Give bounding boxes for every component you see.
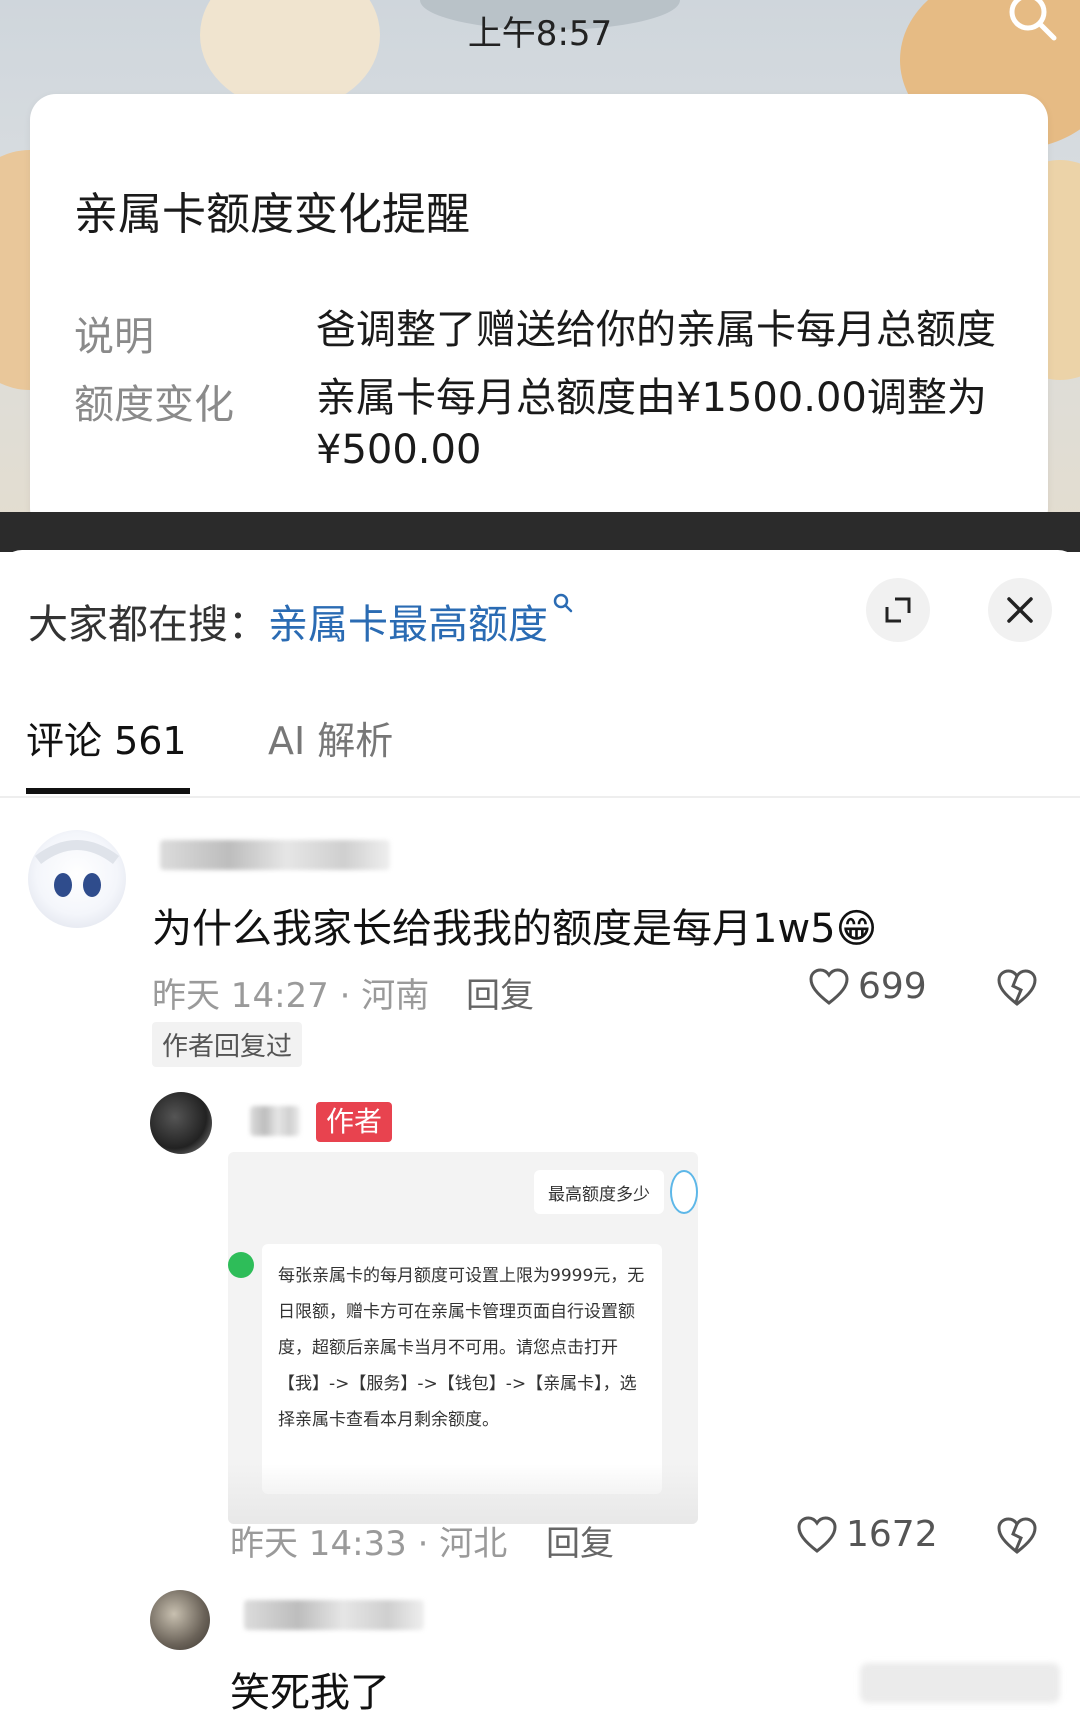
reply-button[interactable]: 回复 (546, 1516, 614, 1565)
embed-bot-icon (228, 1252, 254, 1278)
heart-icon (809, 967, 849, 1005)
reply-image[interactable]: 最高额度多少 每张亲属卡的每月额度可设置上限为9999元，无日限额，赠卡方可在亲… (228, 1152, 698, 1524)
like-button[interactable]: 699 (808, 966, 927, 1007)
dislike-icon[interactable] (996, 968, 1038, 1008)
tab-ai-analysis[interactable]: AI 解析 (268, 710, 393, 765)
username-blurred[interactable] (244, 1600, 424, 1630)
search-suggestion-link[interactable]: 亲属卡最高额度 (268, 602, 548, 648)
username-blurred[interactable] (250, 1106, 300, 1136)
expand-icon (885, 597, 911, 623)
avatar-illustration (34, 840, 120, 897)
like-count: 1672 (846, 1514, 938, 1555)
embed-answer-bubble: 每张亲属卡的每月额度可设置上限为9999元，无日限额，赠卡方可在亲属卡管理页面自… (262, 1244, 662, 1494)
watermark (860, 1663, 1060, 1703)
embed-fade (228, 1464, 698, 1524)
search-suggestion[interactable]: 大家都在搜：亲属卡最高额度 (28, 592, 574, 650)
sheet-backdrop-divider (0, 512, 1080, 552)
row-value: 亲属卡每月总额度由¥1500.00调整为¥500.00 (316, 375, 987, 473)
comment-meta: 昨天 14:33 · 河北 (230, 1524, 508, 1564)
close-button[interactable] (988, 578, 1052, 642)
row-label: 额度变化 (74, 382, 234, 428)
like-button[interactable]: 1672 (796, 1514, 938, 1555)
reply-button[interactable]: 回复 (466, 968, 534, 1017)
avatar[interactable] (150, 1590, 210, 1650)
username-blurred[interactable] (160, 840, 390, 870)
close-icon (1007, 597, 1033, 623)
status-bar-time: 上午8:57 (467, 14, 613, 54)
tab-bar: 评论 561 AI 解析 (0, 710, 1080, 790)
notification-card[interactable]: 亲属卡额度变化提醒 说明 爸调整了赠送给你的亲属卡每月总额度 额度变化 亲属卡每… (30, 94, 1048, 534)
heart-icon (797, 1515, 837, 1553)
magnifier-icon (553, 593, 573, 613)
row-value: 爸调整了赠送给你的亲属卡每月总额度 (316, 307, 996, 353)
tab-comments[interactable]: 评论 561 (26, 710, 187, 765)
avatar[interactable] (28, 830, 126, 928)
expand-button[interactable] (866, 578, 930, 642)
search-icon[interactable] (1002, 0, 1062, 50)
tab-divider (0, 796, 1080, 798)
search-suggestion-prefix: 大家都在搜： (28, 602, 268, 648)
notification-title: 亲属卡额度变化提醒 (74, 189, 470, 240)
comment-meta: 昨天 14:27 · 河南 (152, 976, 430, 1016)
active-tab-indicator (26, 788, 190, 794)
embed-question-bubble: 最高额度多少 (534, 1170, 664, 1214)
avatar[interactable] (150, 1092, 212, 1154)
dislike-icon[interactable] (996, 1516, 1038, 1556)
comment-text: 为什么我家长给我我的额度是每月1w5😁 (152, 906, 878, 952)
row-label: 说明 (74, 314, 154, 360)
author-badge: 作者 (316, 1102, 393, 1142)
author-replied-tag: 作者回复过 (152, 1022, 303, 1067)
comment-text: 笑死我了 (230, 1670, 390, 1716)
like-count: 699 (858, 966, 927, 1007)
embed-user-avatar (670, 1170, 698, 1214)
comment-sheet: 大家都在搜：亲属卡最高额度 评论 561 AI 解析 为什么我家长给我我的额度是… (0, 550, 1080, 1719)
